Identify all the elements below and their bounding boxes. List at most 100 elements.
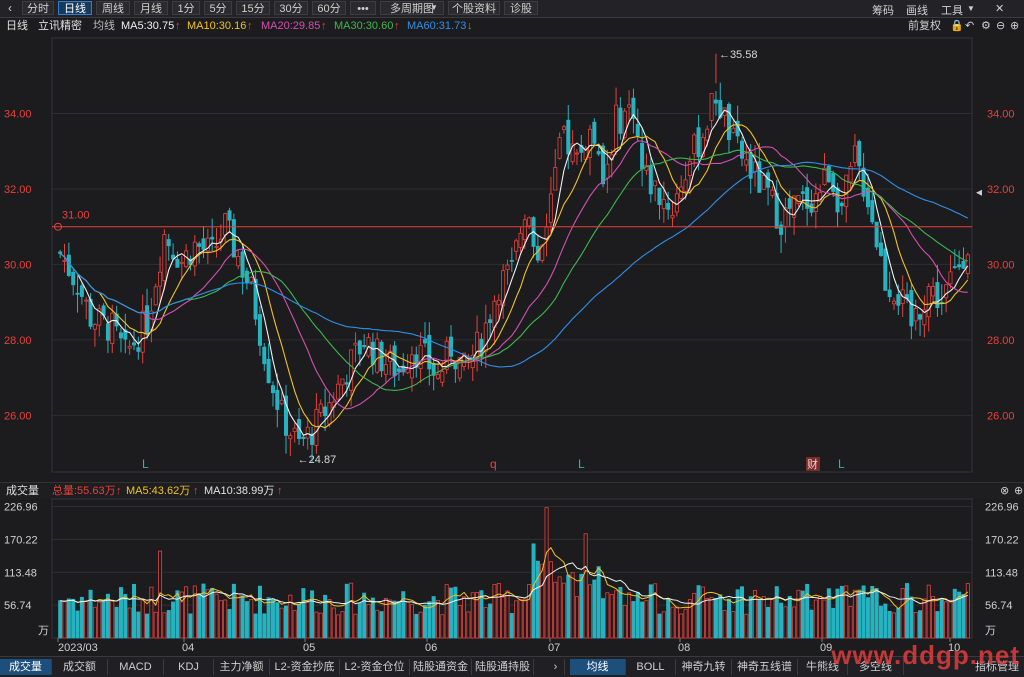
candle-body bbox=[449, 336, 454, 357]
volume-bar bbox=[670, 606, 675, 639]
candle-body bbox=[896, 294, 901, 306]
candle-body bbox=[201, 238, 206, 250]
volume-axis-label-right: 226.96 bbox=[985, 502, 1019, 514]
candle-body bbox=[140, 310, 145, 353]
candle-body bbox=[674, 193, 679, 213]
time-axis-label: 08 bbox=[678, 642, 690, 654]
volume-bar bbox=[918, 610, 923, 639]
volume-bar bbox=[205, 589, 210, 639]
candle-body bbox=[931, 286, 936, 297]
volume-bar bbox=[757, 599, 762, 639]
volume-bar bbox=[713, 597, 718, 639]
volume-bar bbox=[896, 608, 901, 639]
volume-bar bbox=[171, 601, 176, 639]
watermark-text: www.ddgp.net bbox=[831, 640, 1020, 670]
volume-bar bbox=[244, 601, 249, 639]
candle-body bbox=[288, 435, 293, 440]
candle-body bbox=[852, 145, 857, 163]
candle-body bbox=[305, 426, 310, 439]
indicator-tab-right-0[interactable]: 均线 bbox=[570, 659, 626, 675]
volume-bar bbox=[136, 611, 141, 639]
candle-body bbox=[831, 173, 836, 192]
candle-body bbox=[761, 174, 766, 190]
volume-bar bbox=[140, 599, 145, 639]
candle-body bbox=[605, 163, 610, 179]
candle-body bbox=[158, 271, 163, 287]
volume-bar bbox=[618, 586, 623, 639]
volume-bar bbox=[831, 607, 836, 639]
indicator-tab-left-0[interactable]: 成交量 bbox=[0, 659, 52, 675]
indicator-tab-left-2[interactable]: MACD bbox=[108, 659, 164, 675]
candle-body bbox=[548, 193, 553, 223]
event-marker-icon: L bbox=[578, 457, 585, 471]
indicator-tab-left-7[interactable]: 陆股通资金 bbox=[410, 659, 472, 675]
volume-bar bbox=[66, 598, 71, 639]
volume-bar bbox=[505, 590, 510, 639]
volume-bar bbox=[679, 613, 684, 639]
volume-bar bbox=[379, 611, 384, 639]
candle-body bbox=[105, 323, 110, 341]
volume-bar bbox=[809, 609, 814, 639]
volume-bar bbox=[227, 609, 232, 639]
volume-bar bbox=[314, 611, 319, 639]
volume-bar bbox=[297, 603, 302, 639]
candle-body bbox=[214, 245, 219, 248]
volume-bar bbox=[331, 607, 336, 639]
volume-bar bbox=[310, 590, 315, 639]
indicator-tab-left-3[interactable]: KDJ bbox=[164, 659, 214, 675]
volume-bar bbox=[58, 600, 63, 639]
volume-bar bbox=[301, 588, 306, 639]
volume-bar bbox=[336, 614, 341, 639]
candle-body bbox=[175, 258, 180, 268]
indicator-tab-left-6[interactable]: L2-资金仓位 bbox=[340, 659, 410, 675]
volume-bar bbox=[92, 606, 97, 639]
candle-body bbox=[340, 378, 345, 386]
volume-bar bbox=[796, 589, 801, 639]
candle-body bbox=[223, 213, 228, 236]
volume-bar bbox=[592, 579, 597, 639]
volume-bar bbox=[692, 592, 697, 639]
tabs-scroll-right-icon[interactable]: › bbox=[547, 659, 565, 675]
volume-bar bbox=[257, 585, 262, 639]
candle-body bbox=[844, 174, 849, 207]
volume-bar bbox=[926, 584, 931, 639]
kline-chart[interactable]: 34.00 34.00 32.00 32.00 30.00 30.00 28.00 28.00… bbox=[0, 0, 1024, 656]
indicator-tab-right-1[interactable]: BOLL bbox=[626, 659, 676, 675]
candle-body bbox=[696, 127, 701, 158]
candle-body bbox=[357, 340, 362, 355]
volume-bar bbox=[631, 601, 636, 639]
candle-body bbox=[670, 214, 675, 219]
volume-bar bbox=[253, 613, 258, 639]
candle-body bbox=[279, 399, 284, 405]
volume-bar bbox=[844, 585, 849, 639]
candle-body bbox=[249, 277, 254, 283]
candle-body bbox=[839, 202, 844, 207]
volume-bar bbox=[553, 581, 558, 639]
volume-bar bbox=[570, 572, 575, 639]
volume-bar bbox=[123, 594, 128, 639]
volume-bar bbox=[544, 507, 549, 639]
candle-body bbox=[236, 255, 241, 267]
volume-bar bbox=[362, 592, 367, 639]
volume-bar bbox=[262, 613, 267, 639]
indicator-tab-left-5[interactable]: L2-资金抄底 bbox=[270, 659, 340, 675]
volume-bar bbox=[787, 595, 792, 639]
volume-bar bbox=[779, 602, 784, 639]
volume-bar bbox=[110, 600, 115, 639]
volume-bar bbox=[822, 599, 827, 639]
volume-bar bbox=[305, 602, 310, 639]
volume-axis-label-left: 56.74 bbox=[4, 600, 32, 612]
indicator-tab-left-4[interactable]: 主力净额 bbox=[214, 659, 270, 675]
volume-bar bbox=[705, 598, 710, 639]
candle-body bbox=[635, 123, 640, 137]
indicator-tab-left-1[interactable]: 成交额 bbox=[52, 659, 108, 675]
candle-body bbox=[162, 234, 167, 282]
indicator-tab-left-8[interactable]: 陆股通持股 bbox=[472, 659, 534, 675]
volume-bar bbox=[718, 594, 723, 639]
candle-body bbox=[713, 99, 718, 104]
time-axis-label: 2023/03 bbox=[58, 642, 98, 654]
indicator-tab-right-2[interactable]: 神奇九转 bbox=[676, 659, 732, 675]
indicator-tab-right-3[interactable]: 神奇五线谱 bbox=[732, 659, 798, 675]
volume-bar bbox=[887, 611, 892, 639]
candle-body bbox=[127, 345, 132, 349]
